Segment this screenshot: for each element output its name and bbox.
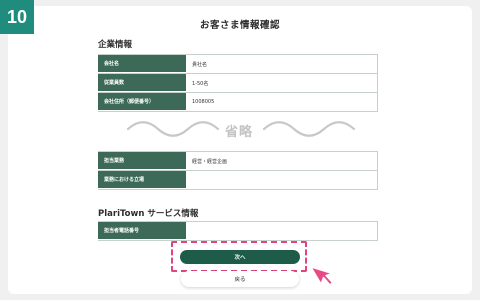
row-label: 従業員数 — [98, 74, 186, 92]
back-button[interactable]: 戻る — [181, 271, 299, 287]
table-row: 担当業務 経営・経営企画 — [98, 152, 378, 171]
company-section-title: 企業情報 — [98, 40, 133, 50]
row-label: 担当者電話番号 — [98, 222, 186, 240]
row-label: 担当業務 — [98, 152, 186, 170]
next-button[interactable]: 次へ — [180, 250, 300, 264]
table-row: 会社名 貴社名 — [98, 55, 378, 74]
table-row: 担当者電話番号 — [98, 222, 378, 241]
company-info-table: 会社名 貴社名 従業員数 1-50名 会社住所（郵便番号） 1008005 — [98, 54, 378, 112]
row-label: 会社名 — [98, 55, 186, 73]
service-section-title: PlariTown サービス情報 — [98, 209, 199, 219]
table-row: 従業員数 1-50名 — [98, 74, 378, 93]
pointer-arrow-icon — [310, 266, 334, 286]
row-label: 会社住所（郵便番号） — [98, 93, 186, 111]
row-label: 業務における立場 — [98, 171, 186, 189]
row-value: 経営・経営企画 — [186, 152, 378, 170]
row-value: 1-50名 — [186, 74, 378, 92]
row-value: 貴社名 — [186, 55, 378, 73]
table-row: 業務における立場 — [98, 171, 378, 190]
table-row: 会社住所（郵便番号） 1008005 — [98, 93, 378, 112]
omitted-label: 省略 — [225, 125, 254, 140]
page-title: お客さま情報確認 — [199, 20, 280, 31]
row-value: 1008005 — [186, 93, 378, 111]
row-value — [186, 171, 378, 189]
row-value — [186, 222, 378, 240]
step-number-badge: 10 — [0, 0, 34, 34]
company-info-table-continued: 担当業務 経営・経営企画 業務における立場 — [98, 151, 378, 190]
service-info-table: 担当者電話番号 — [98, 221, 378, 241]
